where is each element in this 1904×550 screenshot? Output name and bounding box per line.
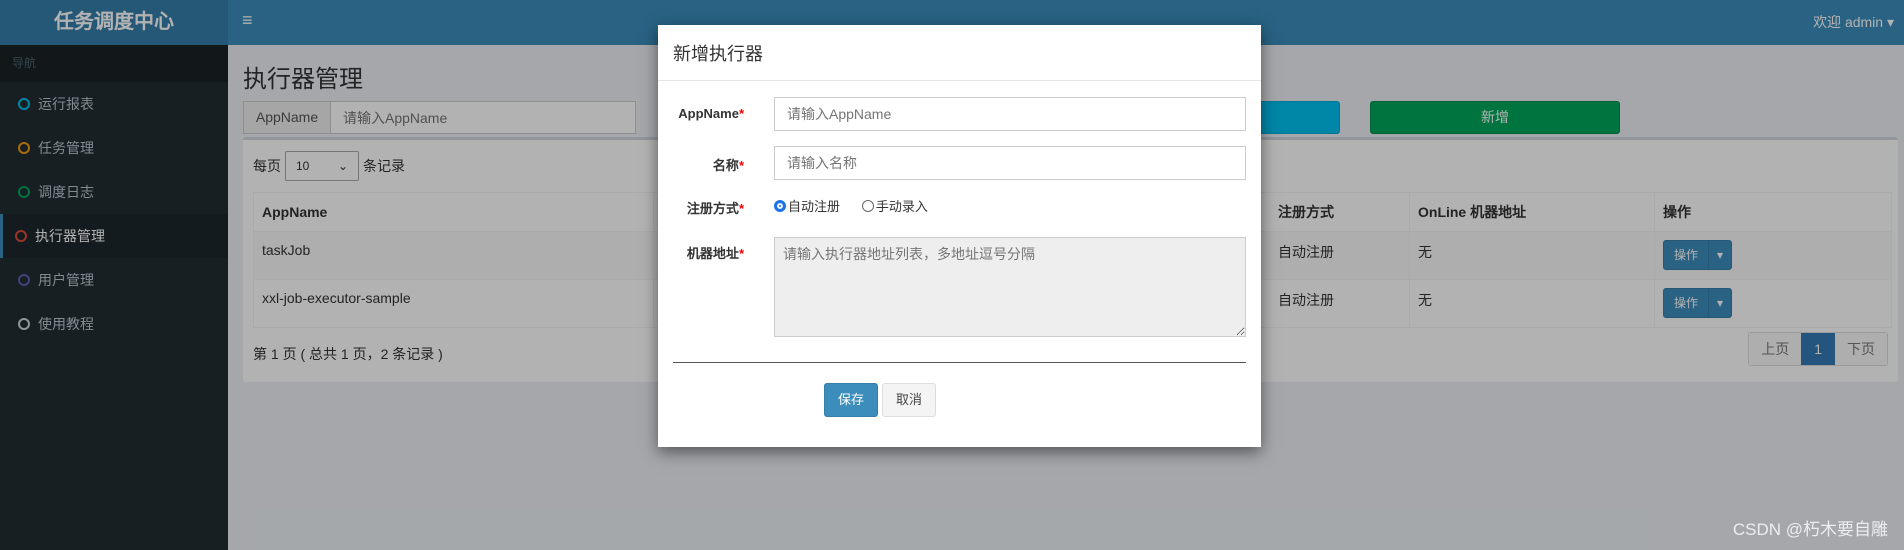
radio-auto-registry[interactable]: 自动注册 (774, 196, 840, 215)
name-input[interactable] (774, 146, 1246, 180)
appname-label: AppName* (678, 106, 744, 121)
save-button[interactable]: 保存 (824, 383, 878, 417)
radio-unchecked-icon (861, 199, 874, 212)
cancel-button[interactable]: 取消 (882, 383, 936, 417)
radio-checked-icon (774, 199, 786, 212)
appname-input[interactable] (774, 97, 1246, 131)
radio-manual-entry[interactable]: 手动录入 (861, 196, 928, 215)
watermark: CSDN @朽木要自雕 (1732, 520, 1888, 539)
registry-type-label: 注册方式* (686, 201, 744, 216)
modal-title: 新增执行器 (658, 25, 1261, 81)
divider (673, 362, 1246, 363)
add-executor-modal: 新增执行器 AppName* 名称* 注册方式* 自动注册 手动录入 机器地址*… (658, 25, 1261, 447)
name-label: 名称* (712, 158, 744, 173)
address-label: 机器地址* (686, 246, 744, 261)
address-textarea[interactable] (774, 237, 1246, 337)
